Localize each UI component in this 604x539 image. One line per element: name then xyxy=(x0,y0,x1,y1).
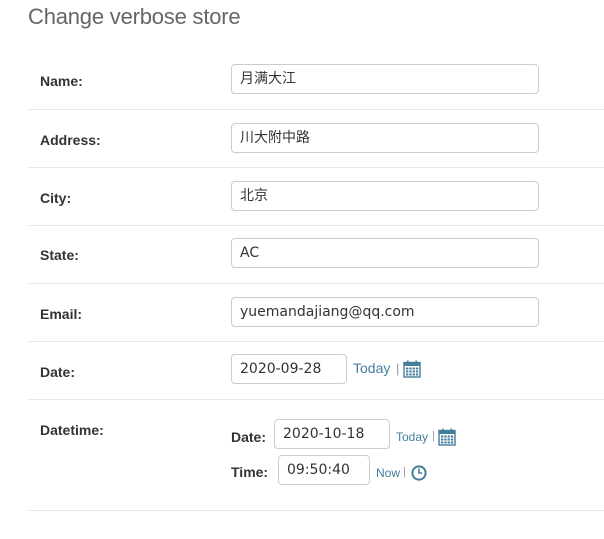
form-row-datetime: Datetime: Date: 2020-10-18 Today | Time:… xyxy=(28,400,604,511)
form-row-email: Email: yuemandajiang@qq.com xyxy=(28,284,604,342)
form-row-state: State: AC xyxy=(28,226,604,284)
datetime-date-input[interactable]: 2020-10-18 xyxy=(274,419,390,449)
date-shortcut-separator: | xyxy=(396,361,400,376)
page-title: Change verbose store xyxy=(28,4,241,29)
email-label: Email: xyxy=(40,306,83,322)
date-label: Date: xyxy=(40,364,76,380)
datetime-label: Datetime: xyxy=(40,422,104,438)
datetime-date-label: Date: xyxy=(231,429,267,445)
state-input[interactable]: AC xyxy=(231,238,539,268)
datetime-time-label: Time: xyxy=(231,464,269,480)
address-input[interactable]: 川大附中路 xyxy=(231,123,539,153)
name-input[interactable]: 月满大江 xyxy=(231,64,539,94)
calendar-icon[interactable] xyxy=(403,360,421,383)
datetime-time-separator: | xyxy=(403,466,406,478)
form-row-name: Name: 月满大江 xyxy=(28,52,604,110)
date-today-link[interactable]: Today xyxy=(353,360,390,376)
calendar-icon[interactable] xyxy=(438,428,456,451)
clock-icon[interactable] xyxy=(411,465,427,486)
date-input[interactable]: 2020-09-28 xyxy=(231,354,347,384)
city-label: City: xyxy=(40,190,72,206)
datetime-now-link[interactable]: Now xyxy=(376,466,400,480)
form-row-date: Date: 2020-09-28 Today | xyxy=(28,342,604,400)
change-form: Name: 月满大江 Address: 川大附中路 City: 北京 State… xyxy=(28,52,604,511)
address-label: Address: xyxy=(40,132,101,148)
datetime-today-link[interactable]: Today xyxy=(396,430,428,444)
form-row-address: Address: 川大附中路 xyxy=(28,110,604,168)
datetime-time-input[interactable]: 09:50:40 xyxy=(278,455,370,485)
email-input[interactable]: yuemandajiang@qq.com xyxy=(231,297,539,327)
city-input[interactable]: 北京 xyxy=(231,181,539,211)
datetime-date-separator: | xyxy=(432,430,435,442)
state-label: State: xyxy=(40,247,79,263)
form-row-city: City: 北京 xyxy=(28,168,604,226)
name-label: Name: xyxy=(40,73,83,89)
